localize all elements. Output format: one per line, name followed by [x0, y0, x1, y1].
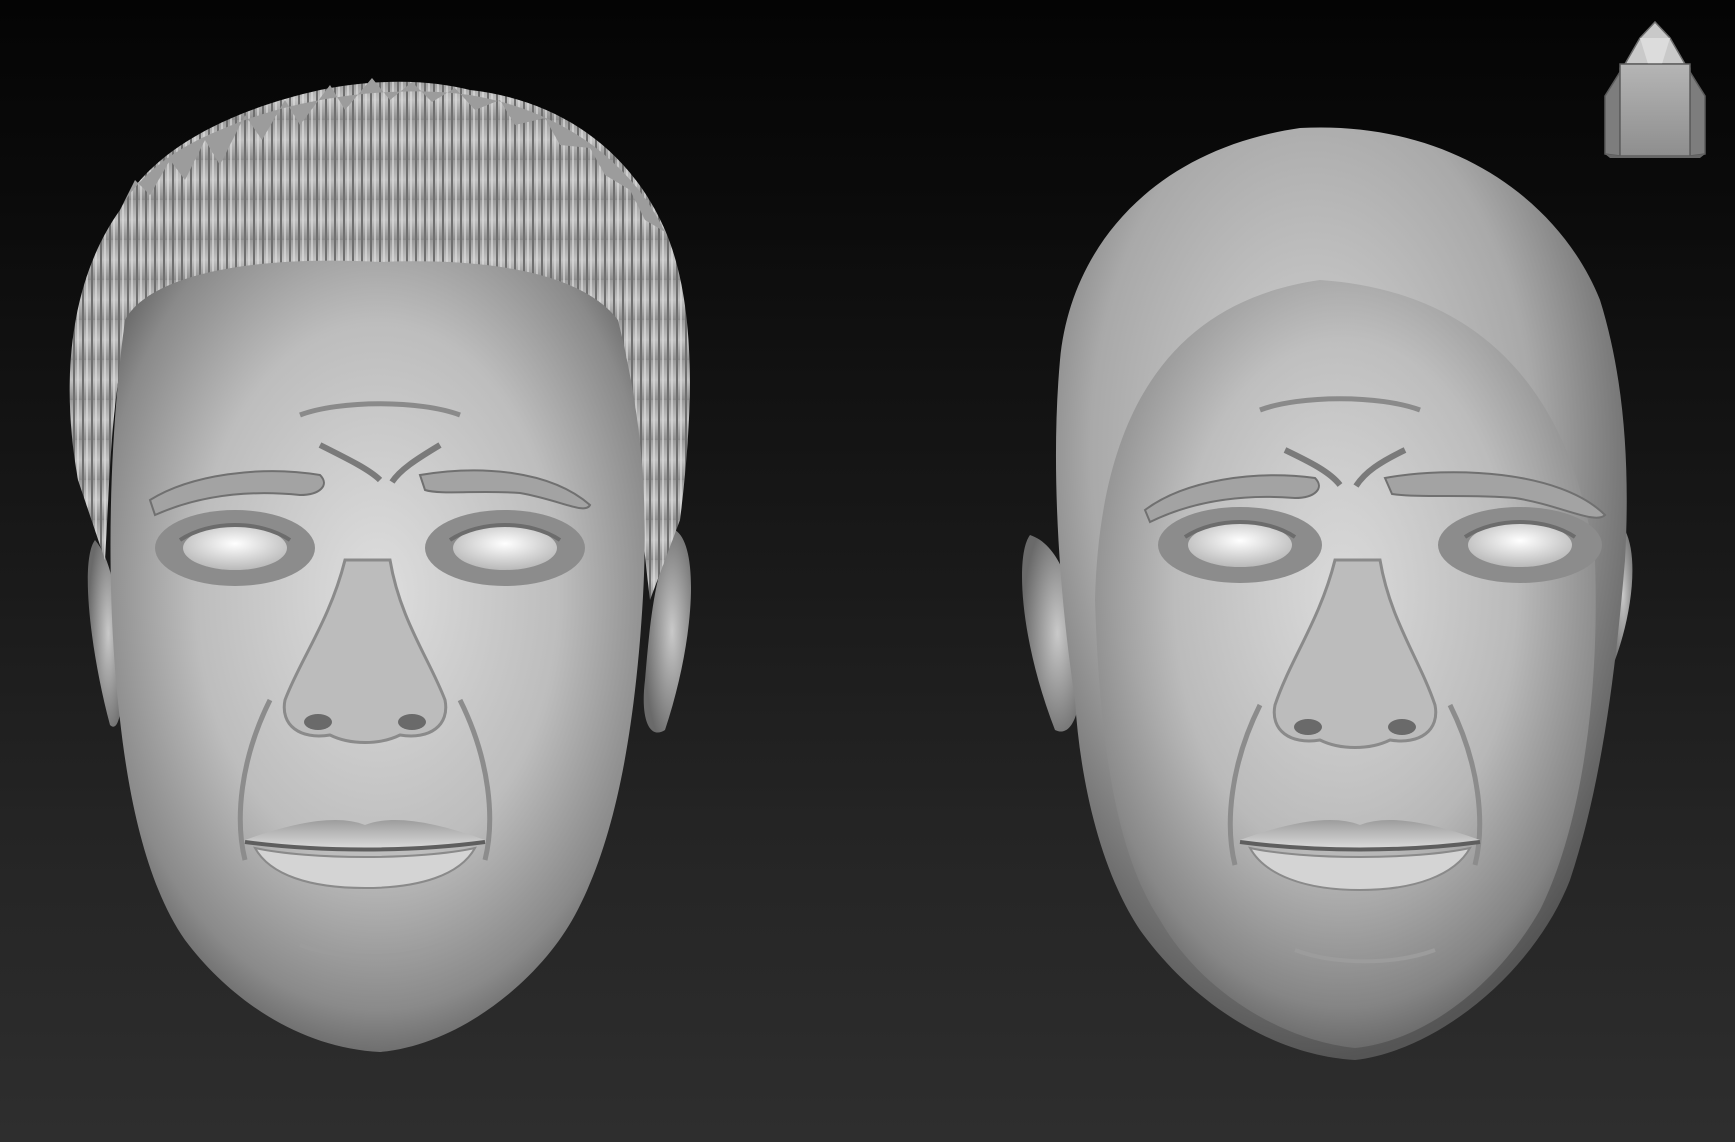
head-bald-model[interactable]	[1022, 127, 1633, 1060]
3d-viewport[interactable]	[0, 0, 1735, 1142]
head-with-hair-model[interactable]	[69, 78, 692, 1052]
scene-canvas	[69, 78, 1633, 1060]
navigation-cube-icon[interactable]	[1590, 16, 1720, 158]
